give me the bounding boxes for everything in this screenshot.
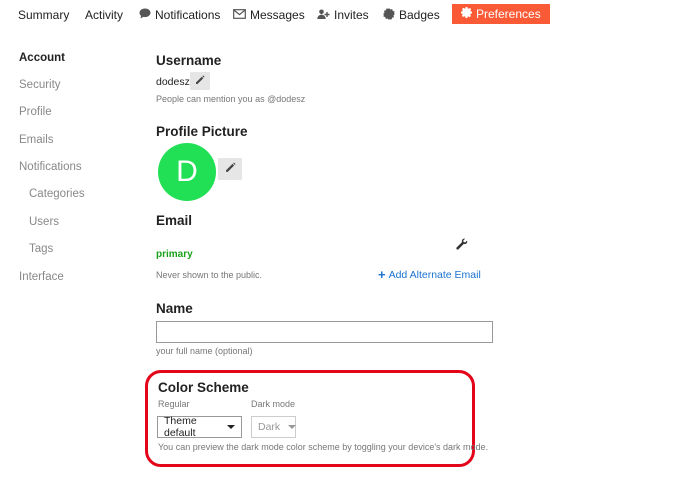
nav-preferences[interactable]: Preferences	[452, 4, 550, 24]
nav-messages-label: Messages	[250, 8, 305, 22]
nav-invites[interactable]: Invites	[317, 5, 369, 25]
dark-scheme-value: Dark	[258, 421, 281, 433]
pencil-icon	[225, 160, 236, 178]
regular-scheme-label: Regular	[158, 399, 190, 409]
email-hint: Never shown to the public.	[156, 270, 263, 280]
sidebar-item-tags[interactable]: Tags	[29, 243, 53, 255]
name-input[interactable]	[156, 321, 493, 343]
chevron-down-icon	[288, 425, 297, 429]
name-heading: Name	[156, 301, 193, 316]
dark-scheme-label: Dark mode	[251, 399, 296, 409]
avatar-initial: D	[176, 155, 198, 188]
edit-username-button[interactable]	[190, 72, 210, 90]
nav-invites-label: Invites	[334, 8, 369, 22]
username-hint: People can mention you as @dodesz	[156, 94, 306, 104]
profile-picture-heading: Profile Picture	[156, 124, 248, 139]
nav-notifications[interactable]: Notifications	[139, 5, 220, 25]
nav-summary-label: Summary	[18, 8, 70, 22]
nav-preferences-label: Preferences	[476, 7, 541, 21]
sidebar-item-categories[interactable]: Categories	[29, 188, 85, 200]
regular-scheme-select[interactable]: Theme default	[157, 415, 242, 439]
add-alternate-email-label: Add Alternate Email	[388, 268, 481, 281]
nav-activity[interactable]: Activity	[85, 5, 123, 25]
color-scheme-hint: You can preview the dark mode color sche…	[158, 442, 489, 452]
sidebar-item-interface[interactable]: Interface	[19, 271, 64, 283]
sidebar-item-security[interactable]: Security	[19, 79, 61, 91]
email-heading: Email	[156, 213, 193, 228]
add-alternate-email-link[interactable]: + Add Alternate Email	[378, 267, 481, 282]
sidebar-item-users[interactable]: Users	[29, 216, 59, 228]
envelope-icon	[233, 8, 246, 22]
dark-scheme-select[interactable]: Dark	[251, 416, 297, 438]
user-plus-icon	[317, 8, 330, 22]
wrench-icon[interactable]	[456, 237, 468, 255]
nav-messages[interactable]: Messages	[233, 5, 305, 25]
gear-icon	[461, 7, 472, 21]
username-value: dodesz	[156, 76, 190, 88]
sidebar-item-profile[interactable]: Profile	[19, 106, 52, 118]
sidebar-item-notifications[interactable]: Notifications	[19, 161, 82, 173]
nav-badges-label: Badges	[399, 8, 440, 22]
avatar: D	[158, 143, 216, 201]
badge-icon	[383, 7, 395, 23]
nav-badges[interactable]: Badges	[383, 5, 440, 25]
username-heading: Username	[156, 53, 222, 68]
plus-icon: +	[378, 267, 386, 282]
sidebar-item-emails[interactable]: Emails	[19, 134, 54, 146]
edit-avatar-button[interactable]	[218, 158, 242, 180]
regular-scheme-value: Theme default	[164, 415, 197, 439]
speech-bubble-icon	[139, 8, 151, 22]
user-nav-bar: Summary Activity Notifications Messages …	[0, 0, 690, 28]
nav-summary[interactable]: Summary	[18, 5, 69, 25]
chevron-down-icon	[227, 425, 235, 429]
nav-activity-label: Activity	[85, 8, 124, 22]
pencil-icon	[195, 72, 205, 90]
sidebar-item-account[interactable]: Account	[19, 52, 65, 64]
nav-notifications-label: Notifications	[155, 8, 221, 22]
email-primary-label: primary	[156, 249, 193, 260]
color-scheme-heading: Color Scheme	[158, 380, 249, 395]
name-hint: your full name (optional)	[156, 346, 253, 356]
